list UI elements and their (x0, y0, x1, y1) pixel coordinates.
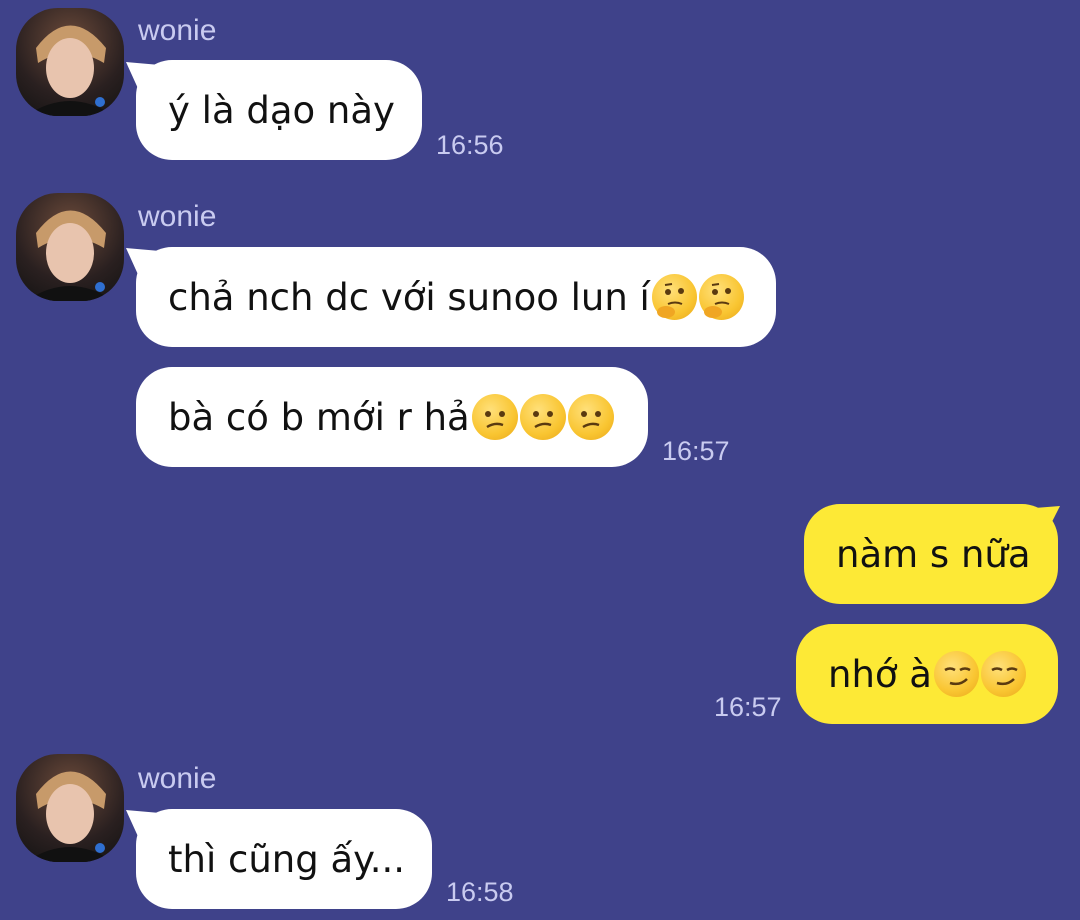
confused-face-icon (567, 394, 614, 440)
smirking-face-icon (980, 651, 1026, 697)
message-text: ý là dạo này (168, 88, 395, 132)
message-text: nàm s nữa (836, 532, 1031, 576)
confused-face-icon (519, 394, 566, 440)
message-text: chả nch dc với sunoo lun í (168, 275, 650, 319)
message-text: thì cũng ấy... (168, 837, 406, 881)
message-text: bà có b mới r hả (168, 395, 470, 439)
incoming-message[interactable]: chả nch dc với sunoo lun í (136, 247, 776, 347)
incoming-message[interactable]: bà có b mới r hả (136, 367, 648, 467)
incoming-message[interactable]: thì cũng ấy... (136, 809, 432, 909)
sender-name: wonie (138, 762, 217, 795)
sender-name: wonie (138, 14, 217, 47)
avatar-portrait-icon (26, 210, 114, 301)
message-timestamp: 16:56 (436, 130, 504, 160)
incoming-message[interactable]: ý là dạo này (136, 60, 422, 160)
avatar-portrait-icon (26, 771, 114, 862)
message-timestamp: 16:58 (446, 877, 514, 907)
message-timestamp: 16:57 (714, 692, 782, 722)
confused-face-icon (471, 394, 518, 440)
contact-avatar[interactable] (16, 8, 124, 116)
smirking-face-icon (933, 651, 979, 697)
outgoing-message[interactable]: nhớ à (796, 624, 1058, 724)
outgoing-message[interactable]: nàm s nữa (804, 504, 1058, 604)
message-timestamp: 16:57 (662, 436, 730, 466)
thinking-face-icon (651, 274, 697, 320)
contact-avatar[interactable] (16, 754, 124, 862)
contact-avatar[interactable] (16, 193, 124, 301)
sender-name: wonie (138, 200, 217, 233)
message-text: nhớ à (828, 652, 932, 696)
thinking-face-icon (698, 274, 744, 320)
avatar-portrait-icon (26, 25, 114, 116)
